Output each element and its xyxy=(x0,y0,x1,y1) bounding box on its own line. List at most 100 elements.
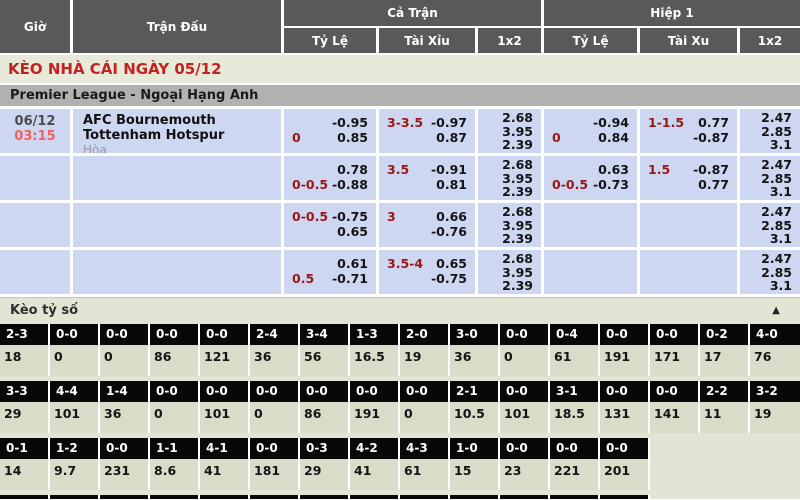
score-odds-cell: 10.5 xyxy=(450,402,500,433)
score-cell: 0-0 xyxy=(350,381,400,402)
odds-value: -0.75 xyxy=(332,209,368,224)
score-cell: 0-0 xyxy=(300,381,350,402)
odds-value: 2.39 xyxy=(478,279,541,293)
score-cell: 0-0 xyxy=(650,381,700,402)
score-odds-cell: 61 xyxy=(550,345,600,376)
score-cell: 0-0 xyxy=(250,381,300,402)
odds-value: 0.65 xyxy=(337,224,368,239)
odds-line: 1.5-0.87 xyxy=(640,162,737,177)
score-cell: 2-1 xyxy=(450,381,500,402)
score-cell xyxy=(350,495,400,499)
odds-value: 0.61 xyxy=(337,256,368,271)
score-cell: 3-0 xyxy=(450,324,500,345)
header-full-match-group: Cả Trận xyxy=(284,0,541,26)
odds-cell-ft-over-under: 3.5-40.65-0.75 xyxy=(379,250,475,294)
odds-value: 2.85 xyxy=(740,266,800,280)
odds-line: 1-1.50.77 xyxy=(640,115,737,130)
score-cell: 0-0 xyxy=(250,438,300,459)
odds-value: 0.84 xyxy=(598,130,629,145)
score-odds-cell: 121 xyxy=(200,345,250,376)
odds-value: 2.68 xyxy=(478,252,541,266)
odds-cell-h1-1x2: 2.472.853.1 xyxy=(740,203,800,247)
odds-value: 3.1 xyxy=(740,232,800,246)
score-cell-empty xyxy=(750,438,800,459)
odds-line: 0.87 xyxy=(379,130,475,145)
odds-value: 0.77 xyxy=(698,115,729,130)
odds-line: 0.61 xyxy=(284,256,376,271)
odds-line: -0.95 xyxy=(284,115,376,130)
score-cell: 0-0 xyxy=(500,438,550,459)
odds-cell-ft-over-under: 30.66-0.76 xyxy=(379,203,475,247)
score-cell: 0-0 xyxy=(500,381,550,402)
odds-line: 30.66 xyxy=(379,209,475,224)
odds-cell-ft-1x2: 2.683.952.39 xyxy=(478,203,541,247)
score-cell: 0-0 xyxy=(550,438,600,459)
odds-cell-h1-handicap xyxy=(544,203,637,247)
score-cell-empty xyxy=(700,438,750,459)
score-odds-cell: 0 xyxy=(500,345,550,376)
odds-value: 3.95 xyxy=(478,219,541,233)
odds-cell-h1-over-under xyxy=(640,203,737,247)
score-odds-cell: 221 xyxy=(550,459,600,490)
score-odds-cell: 201 xyxy=(600,459,650,490)
odds-cell-h1-over-under: 1-1.50.77-0.87 xyxy=(640,109,737,153)
odds-value: 2.47 xyxy=(740,252,800,266)
odds-value: -0.76 xyxy=(431,224,467,239)
score-odds-cell: 101 xyxy=(500,402,550,433)
score-cell: 0-0 xyxy=(200,324,250,345)
match-teams-cell: AFC BournemouthTottenham HotspurHòa xyxy=(73,109,281,153)
odds-line: 0-0.5-0.73 xyxy=(544,177,637,192)
score-odds-cell: 61 xyxy=(400,459,450,490)
score-row: 2-30-00-00-00-02-43-41-32-03-00-00-40-00… xyxy=(0,324,800,345)
score-cell: 0-0 xyxy=(100,438,150,459)
score-odds-cell: 191 xyxy=(600,345,650,376)
odds-cell-ft-handicap: 0.780-0.5-0.88 xyxy=(284,156,376,200)
odds-cell-ft-1x2: 2.683.952.39 xyxy=(478,109,541,153)
odds-line: 0.5-0.71 xyxy=(284,271,376,286)
score-odds-cell: 29 xyxy=(300,459,350,490)
score-odds-cell: 0 xyxy=(100,345,150,376)
handicap-value: 3-3.5 xyxy=(387,115,423,130)
score-odds-cell: 36 xyxy=(450,345,500,376)
match-time-cell xyxy=(0,250,70,294)
odds-value: 3.95 xyxy=(478,125,541,139)
odds-line: 0.63 xyxy=(544,162,637,177)
odds-value: 0.81 xyxy=(436,177,467,192)
collapse-icon[interactable]: ▲ xyxy=(772,298,780,324)
score-odds-cell: 9.7 xyxy=(50,459,100,490)
score-odds-cell: 0 xyxy=(150,402,200,433)
odds-value: 2.68 xyxy=(478,111,541,125)
score-cell: 3-4 xyxy=(300,324,350,345)
score-cell: 0-3 xyxy=(300,438,350,459)
score-cell xyxy=(400,495,450,499)
match-time-cell xyxy=(0,203,70,247)
match-teams-cell xyxy=(73,250,281,294)
score-cell: 4-3 xyxy=(400,438,450,459)
score-cell: 1-0 xyxy=(450,438,500,459)
score-cell xyxy=(450,495,500,499)
odds-value: 2.68 xyxy=(478,205,541,219)
odds-cell-ft-1x2: 2.683.952.39 xyxy=(478,156,541,200)
score-cell: 1-3 xyxy=(350,324,400,345)
score-cell: 4-2 xyxy=(350,438,400,459)
odds-value: -0.75 xyxy=(431,271,467,286)
score-odds-row: 29101360101086191010.510118.51311411119 xyxy=(0,402,800,433)
odds-value: 2.85 xyxy=(740,172,800,186)
score-odds-cell: 0 xyxy=(50,345,100,376)
odds-value: 0.66 xyxy=(436,209,467,224)
odds-value: 3.95 xyxy=(478,266,541,280)
odds-line: -0.76 xyxy=(379,224,475,239)
odds-value: 0.87 xyxy=(436,130,467,145)
score-odds-cell: 131 xyxy=(600,402,650,433)
odds-value: 3.1 xyxy=(740,279,800,293)
score-odds-cell: 101 xyxy=(200,402,250,433)
score-odds-cell: 18 xyxy=(0,345,50,376)
score-odds-cell: 171 xyxy=(650,345,700,376)
odds-value: -0.97 xyxy=(431,115,467,130)
score-odds-row: 149.72318.6411812941611523221201 xyxy=(0,459,800,490)
odds-value: 0.78 xyxy=(337,162,368,177)
handicap-value: 0-0.5 xyxy=(292,209,328,224)
odds-value: 0.77 xyxy=(698,177,729,192)
odds-row: 0.610.5-0.713.5-40.65-0.752.683.952.39 2.… xyxy=(0,250,800,294)
handicap-value: 3 xyxy=(387,209,396,224)
